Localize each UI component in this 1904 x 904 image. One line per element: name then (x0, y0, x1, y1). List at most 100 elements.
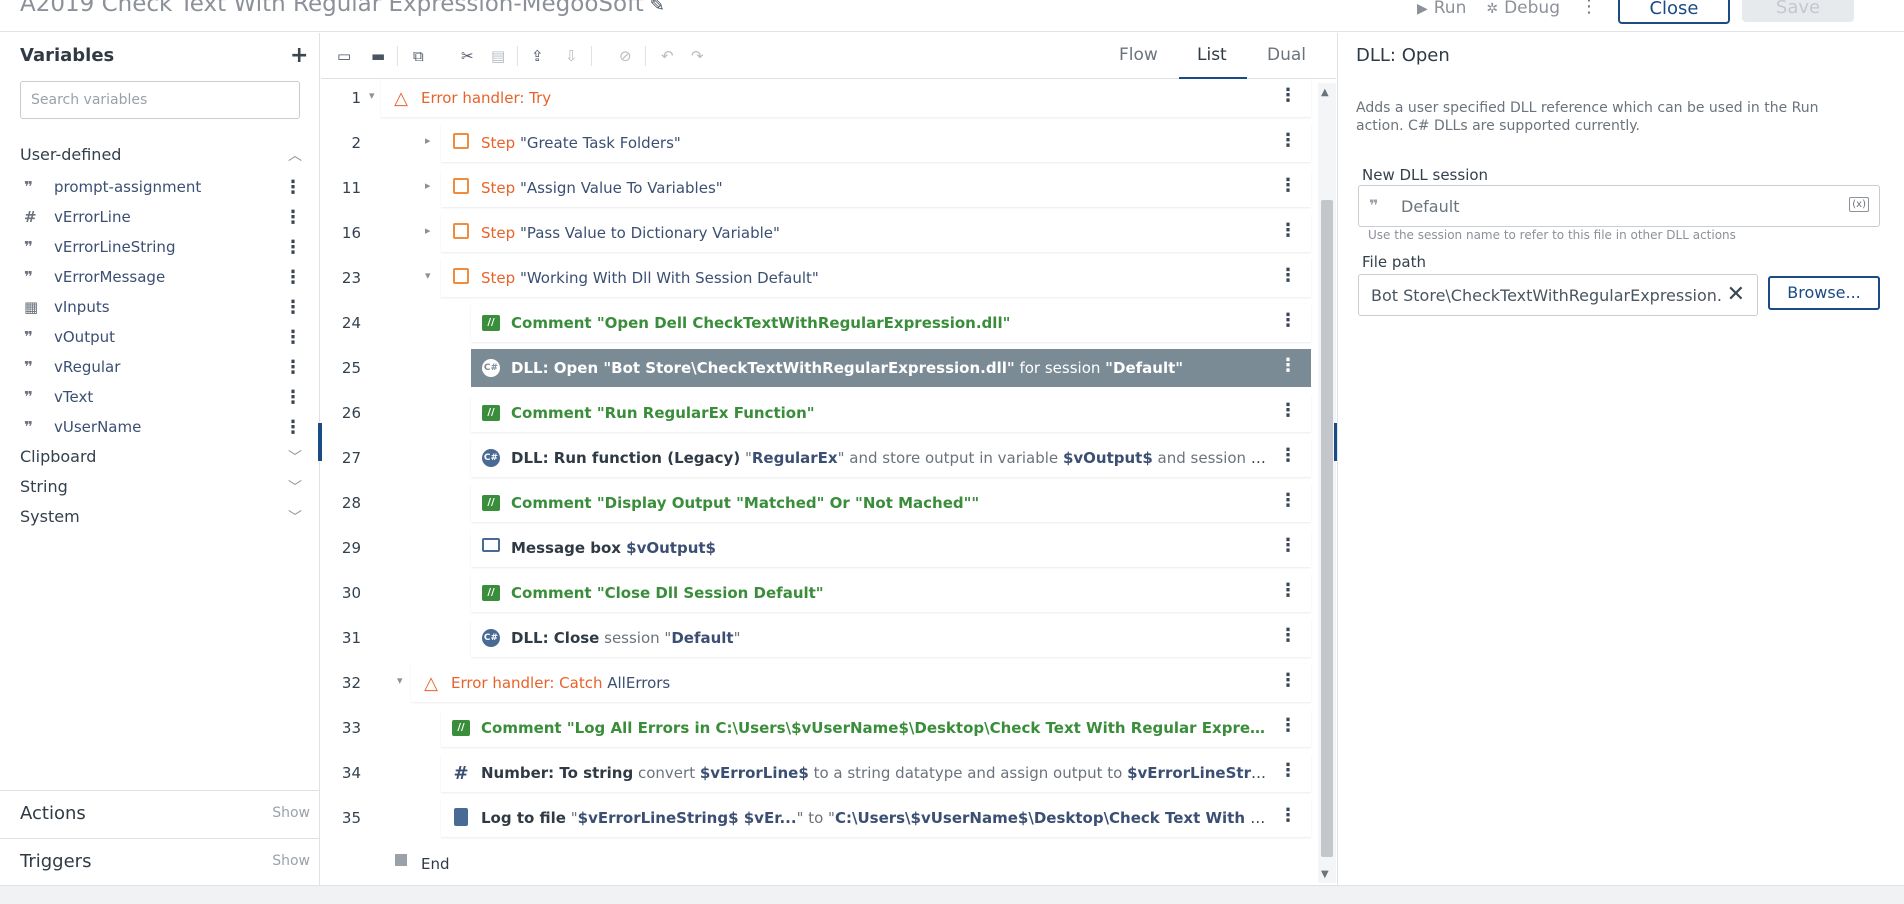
action-card[interactable]: // Comment "Display Output "Matched" Or … (471, 484, 1311, 522)
kebab-menu-icon[interactable]: ⋮ (1279, 535, 1297, 556)
caret-right-icon[interactable]: ▸ (425, 134, 431, 147)
action-card[interactable]: // Comment "Open Dell CheckTextWithRegul… (471, 304, 1311, 342)
action-row[interactable]: 31 C# DLL: Close session "Default" ⋮ (342, 619, 1311, 657)
debug-button[interactable]: ✲ Debug (1486, 0, 1560, 18)
user-defined-section[interactable]: User-defined ︿ (20, 145, 302, 164)
vertical-scrollbar[interactable]: ▲ ▼ (1318, 83, 1336, 883)
action-card[interactable]: C# DLL: Close session "Default" ⋮ (471, 619, 1311, 657)
kebab-menu-icon[interactable]: ⋮ (1279, 85, 1297, 106)
kebab-menu-icon[interactable]: ⋮ (1279, 805, 1297, 826)
variable-item[interactable]: ❞ vText ⋮ (24, 382, 302, 412)
tab-flow[interactable]: Flow (1119, 45, 1158, 65)
variable-item[interactable]: ❞ vRegular ⋮ (24, 352, 302, 382)
kebab-menu-icon[interactable]: ⋮ (284, 357, 302, 378)
cut-icon[interactable]: ✂ (461, 47, 474, 65)
kebab-menu-icon[interactable]: ⋮ (1279, 760, 1297, 781)
kebab-menu-icon[interactable]: ⋮ (284, 327, 302, 348)
variable-item[interactable]: ❞ vErrorMessage ⋮ (24, 262, 302, 292)
run-button[interactable]: ▶ Run (1417, 0, 1466, 18)
kebab-menu-icon[interactable]: ⋮ (1279, 310, 1297, 331)
caret-right-icon[interactable]: ▸ (425, 179, 431, 192)
string-section[interactable]: String ﹀ (20, 477, 302, 496)
action-card[interactable]: // Comment "Close Dll Session Default" ⋮ (471, 574, 1311, 612)
kebab-menu-icon[interactable]: ⋮ (1279, 130, 1297, 151)
undo-icon[interactable]: ↶ (661, 47, 674, 65)
kebab-menu-icon[interactable]: ⋮ (284, 417, 302, 438)
action-row[interactable]: 34 # Number: To string convert $vErrorLi… (342, 754, 1311, 792)
action-card[interactable]: △ Error handler: Catch AllErrors ⋮ (411, 664, 1311, 702)
browse-button[interactable]: Browse... (1768, 276, 1880, 310)
actions-show-link[interactable]: Show (272, 805, 310, 821)
action-row[interactable]: 16 ▸ Step "Pass Value to Dictionary Vari… (342, 214, 1311, 252)
action-row[interactable]: 27 C# DLL: Run function (Legacy) "Regula… (342, 439, 1311, 477)
kebab-menu-icon[interactable]: ⋮ (284, 297, 302, 318)
clipboard-section[interactable]: Clipboard ﹀ (20, 447, 302, 466)
clear-icon[interactable]: ✕ (1727, 282, 1745, 307)
kebab-menu-icon[interactable]: ⋮ (1279, 625, 1297, 646)
kebab-menu-icon[interactable]: ⋮ (1279, 715, 1297, 736)
export-icon[interactable]: ⇪ (531, 47, 544, 65)
variable-item[interactable]: ▦ vInputs ⋮ (24, 292, 302, 322)
scroll-down-icon[interactable]: ▼ (1321, 869, 1329, 880)
add-variable-icon[interactable]: + (290, 43, 308, 68)
redo-icon[interactable]: ↷ (691, 47, 704, 65)
kebab-menu-icon[interactable]: ⋮ (1279, 175, 1297, 196)
kebab-menu-icon[interactable]: ⋮ (1279, 265, 1297, 286)
action-card[interactable]: C# DLL: Run function (Legacy) "RegularEx… (471, 439, 1311, 477)
kebab-menu-icon[interactable]: ⋮ (284, 177, 302, 198)
left-resize-handle[interactable] (318, 423, 322, 461)
kebab-menu-icon[interactable]: ⋮ (284, 237, 302, 258)
disable-icon[interactable]: ⊘ (619, 47, 632, 65)
triggers-show-link[interactable]: Show (272, 853, 310, 869)
action-card[interactable]: // Comment "Log All Errors in C:\Users\$… (441, 709, 1311, 747)
kebab-menu-icon[interactable]: ⋮ (1279, 445, 1297, 466)
action-card[interactable]: Step "Working With Dll With Session Defa… (441, 259, 1311, 297)
paste-icon[interactable]: ▤ (491, 47, 505, 65)
variable-insert-icon[interactable]: (x) (1849, 197, 1869, 212)
kebab-menu-icon[interactable]: ⋮ (284, 387, 302, 408)
action-card[interactable]: // Comment "Run RegularEx Function" ⋮ (471, 394, 1311, 432)
action-card[interactable]: Step "Greate Task Folders" ⋮ (441, 124, 1311, 162)
action-row[interactable]: 24 // Comment "Open Dell CheckTextWithRe… (342, 304, 1311, 342)
action-card[interactable]: # Number: To string convert $vErrorLine$… (441, 754, 1311, 792)
caret-down-icon[interactable]: ▾ (425, 269, 431, 282)
caret-down-icon[interactable]: ▾ (369, 89, 375, 102)
laptop-icon[interactable]: ▬ (371, 47, 385, 65)
variable-item[interactable]: ❞ vUserName ⋮ (24, 412, 302, 442)
kebab-menu-icon[interactable]: ⋮ (1279, 490, 1297, 511)
kebab-menu-icon[interactable]: ⋮ (1279, 580, 1297, 601)
action-row[interactable]: 11 ▸ Step "Assign Value To Variables" ⋮ (342, 169, 1311, 207)
kebab-menu-icon[interactable]: ⋮ (1279, 670, 1297, 691)
action-row[interactable]: 35 Log to file "$vErrorLineString$ $vEr.… (342, 799, 1311, 837)
tab-dual[interactable]: Dual (1267, 45, 1306, 65)
save-button[interactable]: Save (1742, 0, 1854, 22)
kebab-menu-icon[interactable]: ⋮ (1279, 355, 1297, 376)
search-variables-input[interactable] (20, 81, 300, 119)
tab-list[interactable]: List (1197, 45, 1227, 65)
scroll-up-icon[interactable]: ▲ (1321, 87, 1329, 98)
caret-right-icon[interactable]: ▸ (425, 224, 431, 237)
action-row[interactable]: 1 ▾ △ Error handler: Try ⋮ (351, 79, 1311, 117)
file-path-field[interactable]: Bot Store\CheckTextWithRegularExpression… (1358, 274, 1758, 316)
triggers-section[interactable]: Triggers Show (0, 838, 320, 886)
action-card[interactable]: Step "Assign Value To Variables" ⋮ (441, 169, 1311, 207)
variable-item[interactable]: ❞ vOutput ⋮ (24, 322, 302, 352)
record-icon[interactable]: ▭ (337, 47, 351, 65)
action-row[interactable]: 26 // Comment "Run RegularEx Function" ⋮ (342, 394, 1311, 432)
action-card[interactable]: Message box $vOutput$ ⋮ (471, 529, 1311, 567)
action-row[interactable]: 28 // Comment "Display Output "Matched" … (342, 484, 1311, 522)
edit-pencil-icon[interactable]: ✎ (650, 0, 665, 16)
import-icon[interactable]: ⇩ (565, 47, 578, 65)
action-row[interactable]: 30 // Comment "Close Dll Session Default… (342, 574, 1311, 612)
kebab-menu-icon[interactable]: ⋮ (284, 267, 302, 288)
more-options-icon[interactable]: ⋮ (1580, 0, 1598, 17)
action-row[interactable]: 32 ▾ △ Error handler: Catch AllErrors ⋮ (342, 664, 1311, 702)
action-row[interactable]: 29 Message box $vOutput$ ⋮ (342, 529, 1311, 567)
action-row[interactable]: 33 // Comment "Log All Errors in C:\User… (342, 709, 1311, 747)
action-row-selected[interactable]: 25 C# DLL: Open "Bot Store\CheckTextWith… (342, 349, 1311, 387)
kebab-menu-icon[interactable]: ⋮ (284, 207, 302, 228)
action-card[interactable]: Log to file "$vErrorLineString$ $vEr..."… (441, 799, 1311, 837)
action-row[interactable]: 23 ▾ Step "Working With Dll With Session… (342, 259, 1311, 297)
actions-section[interactable]: Actions Show (0, 790, 320, 838)
kebab-menu-icon[interactable]: ⋮ (1279, 400, 1297, 421)
